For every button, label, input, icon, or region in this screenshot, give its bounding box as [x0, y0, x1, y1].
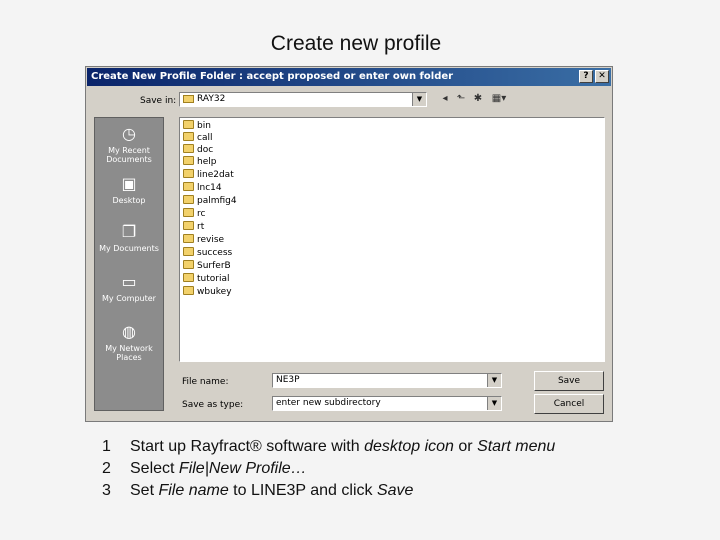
folder-icon: [183, 260, 194, 269]
folder-icon: [183, 144, 194, 153]
folder-icon: [183, 247, 194, 256]
chevron-down-icon[interactable]: ▼: [412, 93, 426, 106]
up-folder-icon[interactable]: ⬑: [454, 92, 468, 106]
back-icon[interactable]: ◂: [438, 92, 452, 106]
folder-icon: [183, 169, 194, 178]
chevron-down-icon[interactable]: ▼: [487, 374, 501, 387]
places-bar: ◷ My Recent Documents ▣ Desktop ❐ My Doc…: [94, 117, 164, 411]
folder-list[interactable]: bin call doc help line2dat lnc14 palmfig…: [179, 117, 605, 362]
folder-item[interactable]: line2dat: [183, 169, 234, 181]
file-name-input[interactable]: NE3P ▼: [272, 373, 502, 388]
save-in-dropdown[interactable]: RAY32 ▼: [179, 92, 427, 107]
folder-icon: [183, 156, 194, 165]
file-name-label: File name:: [182, 377, 229, 387]
help-button[interactable]: ?: [579, 70, 593, 83]
folder-item[interactable]: palmfig4: [183, 195, 237, 207]
folder-item[interactable]: tutorial: [183, 273, 229, 285]
cancel-button[interactable]: Cancel: [534, 394, 604, 414]
folder-item[interactable]: revise: [183, 234, 224, 246]
save-button[interactable]: Save: [534, 371, 604, 391]
folder-icon: [183, 120, 194, 129]
folder-icon: [183, 234, 194, 243]
instruction-steps: 1 Start up Rayfract® software with deskto…: [102, 436, 555, 502]
my-computer-icon: ▭: [121, 272, 137, 291]
save-type-value: enter new subdirectory: [276, 398, 381, 408]
folder-item[interactable]: rc: [183, 208, 205, 220]
folder-item[interactable]: doc: [183, 144, 213, 156]
folder-icon: [183, 286, 194, 295]
folder-icon: [183, 195, 194, 204]
folder-item[interactable]: SurferB: [183, 260, 231, 272]
file-name-value: NE3P: [276, 375, 300, 385]
dialog-title: Create New Profile Folder : accept propo…: [91, 71, 454, 82]
save-type-dropdown[interactable]: enter new subdirectory ▼: [272, 396, 502, 411]
create-profile-dialog: Create New Profile Folder : accept propo…: [85, 66, 613, 422]
place-recent-documents[interactable]: ◷ My Recent Documents: [95, 124, 163, 164]
chevron-down-icon[interactable]: ▼: [487, 397, 501, 410]
folder-icon: [183, 221, 194, 230]
recent-documents-icon: ◷: [122, 124, 136, 143]
place-desktop[interactable]: ▣ Desktop: [95, 174, 163, 205]
step-1: 1 Start up Rayfract® software with deskto…: [102, 438, 556, 455]
step-2: 2 Select File|New Profile…: [102, 460, 307, 477]
dialog-titlebar[interactable]: Create New Profile Folder : accept propo…: [87, 68, 611, 86]
folder-item[interactable]: lnc14: [183, 182, 222, 194]
folder-icon: [183, 94, 194, 103]
folder-item[interactable]: wbukey: [183, 286, 232, 298]
new-folder-icon[interactable]: ✱: [471, 92, 485, 106]
place-label: My Network Places: [105, 344, 153, 362]
folder-icon: [183, 132, 194, 141]
save-in-label: Save in:: [140, 96, 177, 106]
close-button[interactable]: ✕: [595, 70, 609, 83]
folder-icon: [183, 273, 194, 282]
slide-title: Create new profile: [270, 32, 442, 55]
folder-item[interactable]: success: [183, 247, 232, 259]
step-3: 3 Set File name to LINE3P and click Save: [102, 482, 414, 499]
save-in-value: RAY32: [197, 94, 226, 104]
folder-icon: [183, 182, 194, 191]
desktop-icon: ▣: [121, 174, 137, 193]
folder-item[interactable]: call: [183, 132, 212, 144]
place-label: Desktop: [112, 196, 146, 205]
folder-item[interactable]: help: [183, 156, 216, 168]
folder-item[interactable]: bin: [183, 120, 211, 132]
place-label: My Computer: [102, 294, 156, 303]
place-label: My Documents: [99, 244, 159, 253]
place-my-documents[interactable]: ❐ My Documents: [95, 222, 163, 253]
my-documents-icon: ❐: [121, 222, 137, 241]
network-places-icon: ◍: [122, 322, 136, 341]
view-menu-icon[interactable]: ▦▾: [488, 92, 510, 106]
place-label: My Recent Documents: [106, 146, 152, 164]
folder-icon: [183, 208, 194, 217]
place-my-computer[interactable]: ▭ My Computer: [95, 272, 163, 303]
folder-item[interactable]: rt: [183, 221, 204, 233]
place-network-places[interactable]: ◍ My Network Places: [95, 322, 163, 362]
save-type-label: Save as type:: [182, 400, 244, 410]
